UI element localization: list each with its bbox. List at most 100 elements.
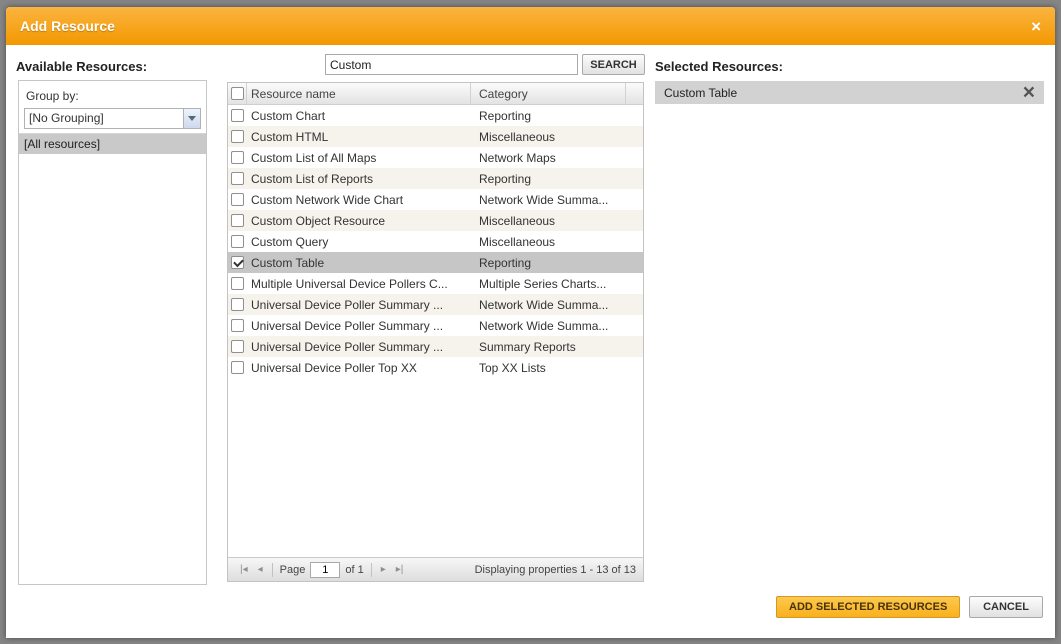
remove-icon[interactable]: × (1023, 82, 1035, 103)
prev-page-icon[interactable]: ◂ (253, 564, 268, 575)
select-all-checkbox[interactable] (230, 87, 244, 100)
row-checkbox-cell (228, 130, 247, 143)
first-page-icon[interactable]: |◂ (235, 564, 253, 575)
selected-resources-label: Selected Resources: (655, 59, 783, 74)
category-cell: Miscellaneous (479, 213, 556, 228)
table-row[interactable]: Universal Device Poller Summary ... Netwo… (228, 315, 643, 336)
row-checkbox[interactable] (231, 319, 244, 332)
page-number-input[interactable] (310, 561, 341, 578)
table-row[interactable]: Custom Query Miscellaneous (228, 231, 643, 252)
row-checkbox-cell (228, 172, 247, 185)
resource-table-body: Custom Chart Reporting Custom HTML Miscella… (228, 105, 643, 557)
cancel-button[interactable]: CANCEL (969, 596, 1043, 618)
dialog-header: Add Resource × (6, 7, 1055, 45)
resource-name-cell: Universal Device Poller Summary ... (251, 318, 444, 333)
row-checkbox-cell (228, 256, 247, 269)
table-row[interactable]: Custom List of All Maps Network Maps (228, 147, 643, 168)
row-checkbox[interactable] (231, 109, 244, 122)
row-checkbox-cell (228, 235, 247, 248)
selected-resources-list: Custom Table × (655, 81, 1044, 106)
page-label: Page (279, 563, 306, 576)
table-row[interactable]: Universal Device Poller Summary ... Summa… (228, 336, 643, 357)
paging-toolbar: |◂ ◂ Page of 1 ▸ ▸| Displaying propertie… (228, 557, 643, 581)
row-checkbox-cell (228, 193, 247, 206)
category-cell: Summary Reports (479, 339, 576, 354)
resource-name-cell: Universal Device Poller Summary ... (251, 297, 444, 312)
row-checkbox-cell (228, 151, 247, 164)
row-checkbox-cell (228, 298, 247, 311)
grouping-dropdown[interactable]: [No Grouping] (24, 108, 201, 129)
select-all-header-cell (228, 83, 247, 104)
dialog-title: Add Resource (20, 18, 115, 34)
row-checkbox[interactable] (231, 172, 244, 185)
category-cell: Top XX Lists (479, 360, 546, 375)
column-header-resource-name[interactable]: Resource name (247, 83, 471, 104)
row-checkbox[interactable] (231, 235, 244, 248)
resource-name-cell: Custom Query (251, 234, 329, 249)
next-page-icon[interactable]: ▸ (376, 564, 391, 575)
page-count-label: of 1 (345, 563, 364, 576)
resource-name-cell: Universal Device Poller Top XX (251, 360, 417, 375)
resource-name-cell: Custom Network Wide Chart (251, 192, 404, 207)
selected-resource-item[interactable]: Custom Table × (655, 81, 1044, 104)
grouping-dropdown-value: [No Grouping] (29, 111, 104, 125)
column-header-category[interactable]: Category (471, 83, 626, 104)
row-checkbox[interactable] (231, 151, 244, 164)
group-list: [All resources] (19, 134, 206, 154)
toolbar-separator (370, 562, 372, 577)
add-resource-dialog: Add Resource × Available Resources: SEAR… (6, 7, 1055, 638)
table-row[interactable]: Custom Object Resource Miscellaneous (228, 210, 643, 231)
resource-name-cell: Custom List of Reports (251, 171, 374, 186)
resource-name-cell: Custom List of All Maps (251, 150, 377, 165)
table-row[interactable]: Custom Chart Reporting (228, 105, 643, 126)
group-by-header: Group by: [No Grouping] (19, 81, 206, 134)
row-checkbox[interactable] (231, 193, 244, 206)
selected-resource-label: Custom Table (664, 85, 738, 100)
row-checkbox-cell (228, 361, 247, 374)
row-checkbox[interactable] (231, 214, 244, 227)
add-selected-resources-button[interactable]: ADD SELECTED RESOURCES (776, 596, 961, 618)
category-cell: Miscellaneous (479, 234, 556, 249)
resource-name-cell: Custom HTML (251, 129, 329, 144)
resource-name-cell: Custom Table (251, 255, 325, 270)
available-resources-label: Available Resources: (16, 59, 148, 74)
category-cell: Network Maps (479, 150, 556, 165)
group-by-label: Group by: (26, 89, 79, 103)
resource-grid: Resource name Category Custom Chart Repor… (227, 82, 644, 582)
category-cell: Reporting (479, 255, 532, 270)
table-row[interactable]: Custom Table Reporting (228, 252, 643, 273)
last-page-icon[interactable]: ▸| (391, 564, 409, 575)
row-checkbox[interactable] (231, 361, 244, 374)
category-cell: Network Wide Summa... (479, 192, 609, 207)
category-cell: Multiple Series Charts... (479, 276, 607, 291)
paging-status: Displaying properties 1 - 13 of 13 (474, 563, 636, 576)
row-checkbox[interactable] (231, 256, 244, 269)
row-checkbox-cell (228, 214, 247, 227)
close-icon[interactable]: × (1031, 18, 1041, 35)
resource-name-cell: Multiple Universal Device Pollers C... (251, 276, 448, 291)
category-cell: Network Wide Summa... (479, 297, 609, 312)
row-checkbox[interactable] (231, 340, 244, 353)
category-cell: Reporting (479, 171, 532, 186)
resource-name-cell: Custom Chart (251, 108, 326, 123)
chevron-down-icon[interactable] (183, 109, 200, 128)
row-checkbox[interactable] (231, 298, 244, 311)
all-resources-item[interactable]: [All resources] (19, 134, 206, 154)
category-cell: Reporting (479, 108, 532, 123)
table-row[interactable]: Universal Device Poller Summary ... Netwo… (228, 294, 643, 315)
row-checkbox-cell (228, 109, 247, 122)
table-row[interactable]: Multiple Universal Device Pollers C... Mu… (228, 273, 643, 294)
resource-name-cell: Custom Object Resource (251, 213, 386, 228)
table-row[interactable]: Universal Device Poller Top XX Top XX Lis… (228, 357, 643, 378)
row-checkbox[interactable] (231, 130, 244, 143)
table-row[interactable]: Custom HTML Miscellaneous (228, 126, 643, 147)
category-cell: Network Wide Summa... (479, 318, 609, 333)
table-row[interactable]: Custom Network Wide Chart Network Wide Su… (228, 189, 643, 210)
search-input[interactable] (325, 54, 578, 75)
row-checkbox-cell (228, 277, 247, 290)
toolbar-separator (271, 562, 273, 577)
group-by-panel: Group by: [No Grouping] [All resources] (18, 80, 207, 585)
row-checkbox[interactable] (231, 277, 244, 290)
table-row[interactable]: Custom List of Reports Reporting (228, 168, 643, 189)
search-button[interactable]: SEARCH (582, 54, 645, 75)
